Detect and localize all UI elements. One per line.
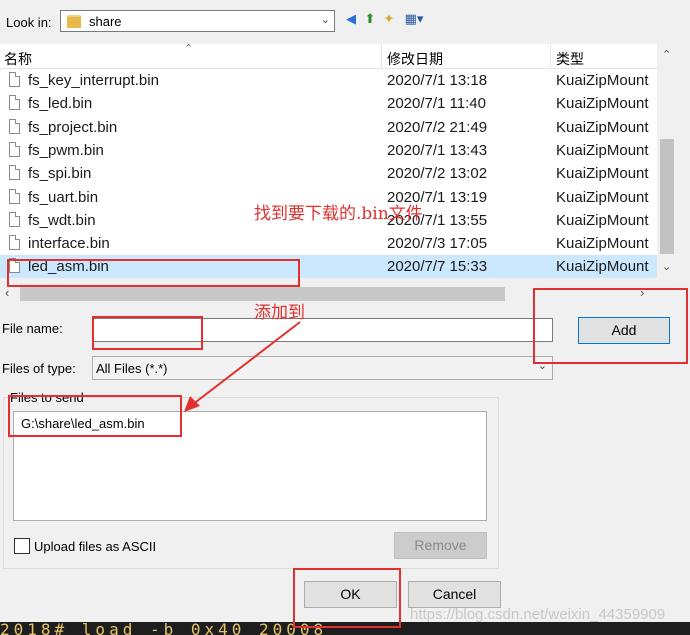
annotation-arrow — [184, 321, 301, 412]
